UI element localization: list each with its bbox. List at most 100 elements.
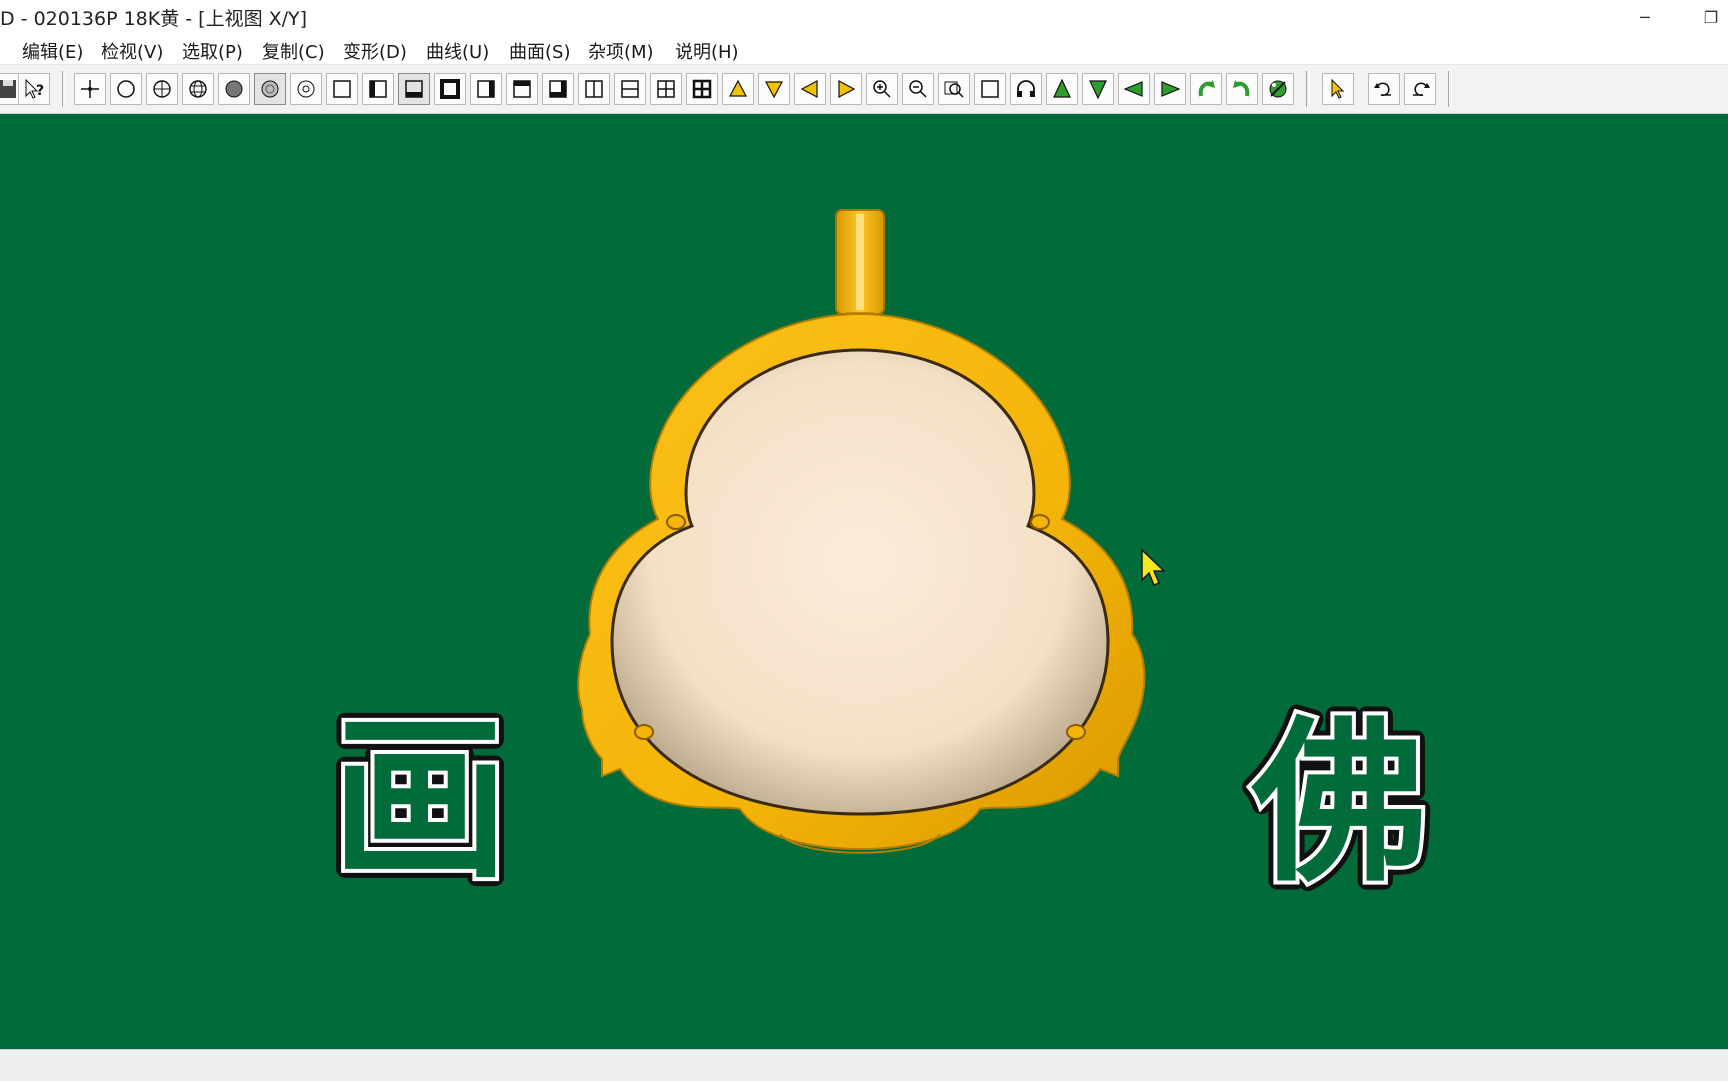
zoom-window-icon <box>944 81 964 98</box>
toolbar-separator <box>1306 71 1310 107</box>
sphere-solid-icon <box>225 80 243 98</box>
menu-view[interactable]: 检视(V) <box>101 38 163 64</box>
menu-surface[interactable]: 曲面(S) <box>509 38 570 64</box>
toolbar-separator <box>62 71 66 107</box>
toolbar-zoom-in-button[interactable] <box>866 73 898 105</box>
toolbar-view-2row-button[interactable] <box>614 73 646 105</box>
toolbar-view-front-button[interactable] <box>434 73 466 105</box>
prong-right-lower <box>1066 724 1086 740</box>
toolbar-rotate-cw-button[interactable] <box>1190 73 1222 105</box>
toolbar-sphere-solid-button[interactable] <box>218 73 250 105</box>
toolbar-sphere-wire-button[interactable] <box>146 73 178 105</box>
rotate-cw-icon <box>1198 80 1215 97</box>
view-2col-icon <box>585 80 603 98</box>
minimize-button[interactable]: ─ <box>1622 0 1668 34</box>
help-icon: ? <box>25 78 44 99</box>
rotate-up-icon <box>1053 78 1071 98</box>
tri-right-icon <box>838 80 856 98</box>
view-single-icon <box>333 80 351 98</box>
svg-text:?: ? <box>36 83 44 99</box>
toolbar-rotate-down-button[interactable] <box>1082 73 1114 105</box>
menu-misc[interactable]: 杂项(M) <box>588 38 654 64</box>
zoom-all-icon <box>981 80 999 98</box>
sphere-wire-icon <box>153 80 171 98</box>
undo-icon <box>1374 82 1391 97</box>
toolbar-view-right-button[interactable] <box>470 73 502 105</box>
overlay-glyph-right: 佛 <box>1251 701 1428 906</box>
prong-right-upper <box>1030 514 1050 530</box>
menu-copy[interactable]: 复制(C) <box>262 38 325 64</box>
tri-left-icon <box>800 80 818 98</box>
window-title: D - 020136P 18K黄 - [上视图 X/Y] <box>0 8 308 30</box>
toolbar-rotate-left-button[interactable] <box>1118 73 1150 105</box>
sphere-shaded-icon <box>261 80 279 98</box>
toolbar-zoom-all-button[interactable] <box>974 73 1006 105</box>
tri-up-icon <box>729 79 747 97</box>
view-top-icon <box>405 80 423 98</box>
toolbar-rotate-right-button[interactable] <box>1154 73 1186 105</box>
viewport-canvas: 画画画 佛佛佛 <box>0 114 1728 1049</box>
toolbar-view-left-button[interactable] <box>362 73 394 105</box>
view-right-icon <box>477 80 495 98</box>
toolbar-point-button[interactable] <box>74 73 106 105</box>
circle-icon <box>117 80 135 98</box>
toolbar-headphones-button[interactable] <box>1010 73 1042 105</box>
pendant-bail <box>835 209 885 320</box>
view-2row-icon <box>621 80 639 98</box>
rotate-ccw-icon <box>1233 80 1250 97</box>
menu-bar: 编辑(E) 检视(V) 选取(P) 复制(C) 变形(D) 曲线(U) 曲面(S… <box>0 34 1728 65</box>
toolbar-view-top-button[interactable] <box>398 73 430 105</box>
view-4a-icon <box>657 80 675 98</box>
menu-curve[interactable]: 曲线(U) <box>426 38 489 64</box>
select-pointer-icon <box>1331 78 1345 99</box>
toolbar-help-button[interactable]: ? <box>18 73 50 105</box>
toolbar-view-bottom-button[interactable] <box>542 73 574 105</box>
zoom-in-icon <box>873 80 891 98</box>
rotate-left-icon <box>1123 81 1143 97</box>
overlay-glyph-left: 画 <box>332 698 508 903</box>
restore-button[interactable]: ❐ <box>1688 0 1728 34</box>
toolbar-separator <box>1448 71 1452 107</box>
headphones-icon <box>1017 80 1035 97</box>
toolbar-view-2col-button[interactable] <box>578 73 610 105</box>
toolbar-tri-right-button[interactable] <box>830 73 862 105</box>
prong-left-upper <box>666 514 686 530</box>
menu-transform[interactable]: 变形(D) <box>343 38 407 64</box>
viewport-top-view[interactable]: 画画画 佛佛佛 <box>0 114 1728 1049</box>
toolbar-sphere-render-button[interactable] <box>290 73 322 105</box>
toolbar-rotate-ccw-button[interactable] <box>1226 73 1258 105</box>
view-top2-icon <box>513 80 531 98</box>
menu-help[interactable]: 说明(H) <box>675 38 739 64</box>
minimize-icon: ─ <box>1640 7 1650 27</box>
toolbar-sphere-shaded-button[interactable] <box>254 73 286 105</box>
toolbar: ? <box>0 65 1728 114</box>
title-bar: D - 020136P 18K黄 - [上视图 X/Y] ─ ❐ <box>0 0 1728 34</box>
point-icon <box>81 80 99 98</box>
toolbar-tri-up-button[interactable] <box>722 73 754 105</box>
view-4b-icon <box>692 79 712 99</box>
toolbar-tri-left-button[interactable] <box>794 73 826 105</box>
render-settings-icon <box>1269 80 1287 98</box>
view-bottom-icon <box>549 80 567 98</box>
toolbar-view-4b-button[interactable] <box>686 73 718 105</box>
toolbar-circle-button[interactable] <box>110 73 142 105</box>
toolbar-tri-down-button[interactable] <box>758 73 790 105</box>
toolbar-redo-button[interactable] <box>1404 73 1436 105</box>
toolbar-view-single-button[interactable] <box>326 73 358 105</box>
zoom-out-icon <box>909 80 927 98</box>
toolbar-view-4a-button[interactable] <box>650 73 682 105</box>
rotate-down-icon <box>1089 80 1107 100</box>
prong-left-lower <box>634 724 654 740</box>
toolbar-rotate-up-button[interactable] <box>1046 73 1078 105</box>
restore-icon: ❐ <box>1703 7 1719 27</box>
toolbar-render-settings-button[interactable] <box>1262 73 1294 105</box>
menu-select[interactable]: 选取(P) <box>182 38 243 64</box>
toolbar-select-pointer-button[interactable] <box>1322 73 1354 105</box>
redo-icon <box>1413 82 1430 97</box>
toolbar-sphere-grid-button[interactable] <box>182 73 214 105</box>
menu-edit[interactable]: 编辑(E) <box>22 38 83 64</box>
toolbar-undo-button[interactable] <box>1368 73 1400 105</box>
toolbar-view-top2-button[interactable] <box>506 73 538 105</box>
toolbar-zoom-window-button[interactable] <box>938 73 970 105</box>
toolbar-zoom-out-button[interactable] <box>902 73 934 105</box>
